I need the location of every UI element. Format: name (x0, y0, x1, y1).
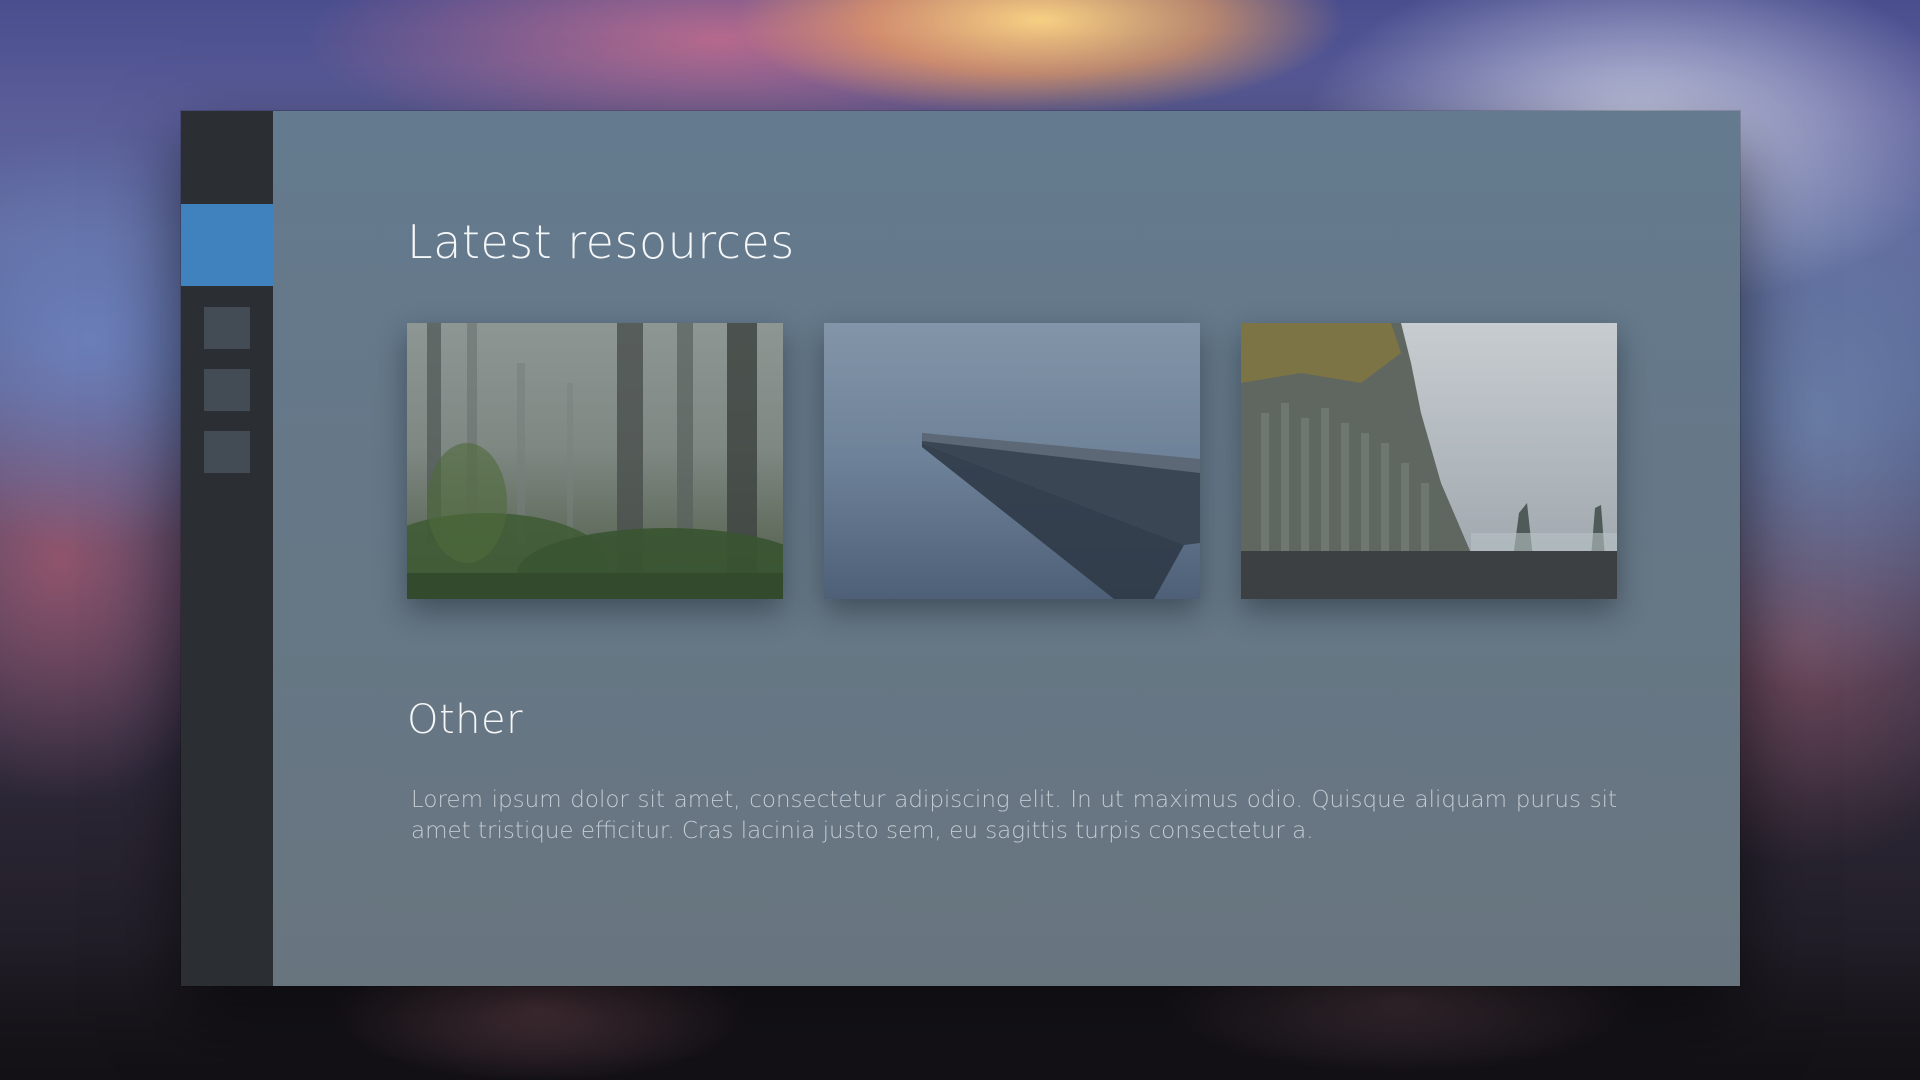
other-section-title: Other (407, 697, 524, 743)
other-section-text: Lorem ipsum dolor sit amet, consectetur … (411, 787, 1617, 844)
resource-thumbnail-forest[interactable] (407, 323, 783, 599)
sidebar-item-active[interactable] (181, 204, 273, 286)
sidebar-item-1[interactable] (204, 307, 250, 349)
cliff-image (1241, 323, 1617, 599)
sidebar-item-3[interactable] (204, 431, 250, 473)
pier-image (824, 323, 1200, 599)
forest-image (407, 323, 783, 599)
main-content: Latest resources Other Lorem ipsum dolor… (273, 111, 1740, 986)
resource-thumbnail-cliff[interactable] (1241, 323, 1617, 599)
resource-thumbnail-pier[interactable] (824, 323, 1200, 599)
sidebar (181, 111, 273, 986)
sidebar-item-2[interactable] (204, 369, 250, 411)
app-window: Latest resources Other Lorem ipsum dolor… (181, 111, 1740, 986)
sidebar-header (181, 111, 273, 203)
latest-resources-title: Latest resources (407, 215, 795, 269)
